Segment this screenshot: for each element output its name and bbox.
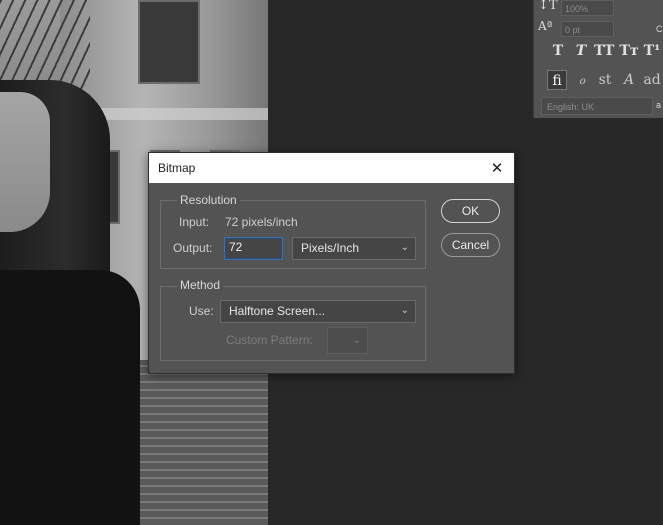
dialog-titlebar[interactable]: Bitmap ✕ [149,153,514,183]
faux-bold-button[interactable]: T [548,42,568,60]
method-group-label: Method [177,278,224,292]
custom-pattern-label: Custom Pattern: [226,333,313,347]
chevron-down-icon: ⌄ [400,242,409,253]
method-value: Halftone Screen... [229,304,326,318]
stylistic-alternates-button[interactable]: st [595,70,615,90]
swash-button[interactable]: A [619,70,639,90]
dialog-title: Bitmap [158,161,196,175]
faux-italic-button[interactable]: T [571,42,591,60]
baseline-shift-icon: Aª [538,19,553,33]
ground [120,360,268,525]
panel-right-label: C [656,24,663,34]
coat [0,270,140,525]
resolution-unit-value: Pixels/Inch [301,241,360,255]
chevron-down-icon: ⌄ [352,335,361,346]
leading-field[interactable]: 100% [561,0,614,16]
face [0,92,50,232]
bitmap-dialog: Bitmap ✕ Resolution Input: 72 pixels/inc… [148,152,515,374]
cancel-button[interactable]: Cancel [441,233,500,257]
ligatures-button[interactable]: fi [547,70,567,90]
resolution-unit-select[interactable]: Pixels/Inch ⌄ [292,237,416,260]
character-panel: ↕T 100% Aª 0 pt C T T TT Tт T¹ fi ℴ st A… [533,0,663,118]
ok-button[interactable]: OK [441,199,500,223]
baseline-shift-field[interactable]: 0 pt [561,21,614,37]
discretionary-ligatures-button[interactable]: ad [642,70,662,90]
input-label: Input: [179,215,210,229]
method-group [160,286,426,361]
chevron-down-icon: ⌄ [400,305,409,316]
close-icon[interactable]: ✕ [486,157,508,179]
leading-icon: ↕T [538,0,558,13]
input-resolution-value: 72 pixels/inch [225,215,298,229]
language-select[interactable]: English: UK [541,97,653,115]
resolution-group-label: Resolution [177,193,240,207]
panel-right-label: a [656,100,662,110]
building-window [138,0,200,84]
custom-pattern-picker: ⌄ [327,327,368,354]
all-caps-button[interactable]: TT [594,42,614,60]
superscript-button[interactable]: T¹ [642,42,662,60]
small-caps-button[interactable]: Tт [619,42,639,60]
method-select[interactable]: Halftone Screen... ⌄ [220,300,416,323]
use-label: Use: [189,304,214,318]
old-style-button[interactable]: ℴ [572,70,592,90]
output-label: Output: [173,241,213,255]
output-resolution-input[interactable]: 72 [224,237,283,260]
